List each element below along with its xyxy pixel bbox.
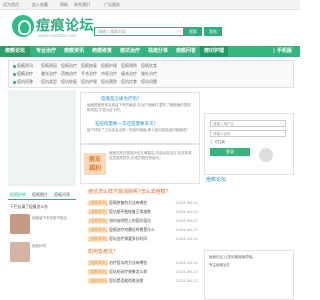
- topbar-link-contact[interactable]: 联系我们: [74, 2, 90, 8]
- list-item[interactable]: [痘痕资讯] 痘坑的治疗效果怎么样 2024-06-22: [88, 269, 198, 277]
- info-text: 痘痕论坛,让您远离痘痕烦恼。: [209, 255, 256, 259]
- subnav-link[interactable]: 痘痕预防: [121, 63, 137, 69]
- nav-item-qa[interactable]: 痘痕问答: [172, 46, 200, 57]
- welfare-box: 痘友 福利 痘痕的形成是因为毛孔堵塞后,引起炎症反应,在皮肤真皮层造成损伤,形成…: [80, 144, 200, 184]
- news-section-title[interactable]: 如何去痘坑?: [88, 248, 116, 255]
- subnav-link[interactable]: 痘痕修复: [81, 63, 97, 69]
- subnav-link[interactable]: 手术治疗: [81, 71, 97, 77]
- right-section-title[interactable]: 痘痕论坛: [206, 176, 226, 183]
- mobile-version-link[interactable]: ▯ 手机版: [272, 46, 292, 57]
- tab-pictures[interactable]: 痘痕图片: [32, 190, 48, 199]
- side-list-item[interactable]: 下巴长满了痘痕怎么办: [10, 204, 48, 210]
- featured-post-text: 痘子祛除了之后还会出现一些痘印痘痕,那么如何祛除痘印痘痕呢?: [87, 128, 188, 132]
- bottom-right-box: 痘痕论坛,让您远离痘痕烦恼。 专注痘痕治疗: [204, 250, 294, 300]
- nav-item-pit[interactable]: 痘坑治疗: [116, 46, 144, 57]
- list-item[interactable]: [痘痕资讯] 痘痕修复的方法有哪些 2024-06-22: [88, 200, 198, 208]
- username-field[interactable]: 请输入用户名: [210, 120, 286, 127]
- side-list-item[interactable]: 痘痕留下来还能不能治: [32, 216, 74, 221]
- subnav-link[interactable]: 激光治疗: [41, 71, 57, 77]
- avatar: [259, 148, 273, 162]
- login-button[interactable]: 登录: [210, 148, 250, 156]
- bullet-icon: [13, 80, 16, 84]
- subnav-category[interactable]: 痘痕资讯: [13, 63, 33, 69]
- skin-thumbnail[interactable]: [10, 214, 30, 234]
- side-tabs: 痘痕好转 痘痕图片 痘痕问答: [8, 190, 76, 200]
- logo-icon: [12, 15, 34, 37]
- subnav-link[interactable]: 痘坑修复: [61, 79, 77, 85]
- subnav-link[interactable]: 微针治疗: [141, 71, 157, 77]
- sub-nav: 痘痕资讯 痘痕原因 痘痕治疗 痘痕修复 痘痕护理 痘痕预防 痘痕饮食 痘痕治疗 …: [8, 60, 294, 88]
- list-item[interactable]: [痘痕资讯] 痘坑能不能恢复正常皮肤 2024-06-22: [88, 209, 198, 217]
- subnav-link[interactable]: 痘痕护理: [101, 63, 117, 69]
- subnav-link[interactable]: 痘坑问题: [141, 79, 157, 85]
- subnav-category[interactable]: 痘痕治疗: [13, 71, 33, 77]
- featured-post-title[interactable]: 痘痕是怎样治疗的?: [101, 96, 139, 102]
- password-field[interactable]: 请输入密码: [210, 130, 286, 137]
- side-list-item[interactable]: 痘痕好转: [32, 244, 46, 249]
- list-item[interactable]: [痘痕资讯] 痘痕治疗的最佳时期是什么 2024-06-22: [88, 227, 198, 235]
- list-item[interactable]: [痘痕资讯] 痘坑治疗需要多长时间 2024-06-22: [88, 236, 198, 244]
- list-item[interactable]: [痘痕资讯] 痘坑是否能彻底治愈 2024-06-22: [88, 278, 198, 286]
- login-panel: 请输入用户名 请输入密码 □ 记住我 登录: [204, 113, 294, 175]
- nav-item-repair[interactable]: 疤痕修复: [88, 46, 116, 57]
- featured-posts: 痘痕是怎样治疗的? 痘痕是痤疮愈后遗留下来的痕迹,在治疗痘痕时,要先了解痘痕的类…: [80, 92, 200, 144]
- nav-item-treatment[interactable]: 专业治疗: [32, 46, 60, 57]
- news-list: 痘坑怎么样才能消除呢?怎么去痘痕? [痘痕资讯] 痘痕修复的方法有哪些 2024-0…: [88, 188, 200, 298]
- logo-url: www.scardbbs.com: [38, 33, 77, 38]
- tab-qa[interactable]: 痘痕问答: [54, 190, 70, 199]
- nav-item-share[interactable]: 祛痘分享: [144, 46, 172, 57]
- welfare-badge[interactable]: 痘友 福利: [84, 153, 106, 175]
- top-bar: 设为首页 加入收藏 帮助 联系我们 广告服务: [0, 0, 300, 10]
- nav-item-news[interactable]: 痘痕资讯: [60, 46, 88, 57]
- remember-checkbox[interactable]: □ 记住我: [210, 140, 225, 145]
- search-input[interactable]: 请输入搜索内容: [94, 27, 184, 36]
- mobile-icon: ▯: [272, 48, 276, 54]
- featured-post-text: 痘痕是痤疮愈后遗留下来的痕迹,在治疗痘痕时,要先了解痘痕的类型和成因,才能对症下…: [87, 103, 191, 112]
- subnav-link[interactable]: 中医治疗: [101, 71, 117, 77]
- topbar-link-ads[interactable]: 广告服务: [104, 2, 120, 8]
- bullet-icon: [13, 72, 16, 76]
- list-item[interactable]: [痘痕资讯] 治疗痘坑的方法有哪些 2024-06-22: [88, 260, 198, 268]
- info-text: 专注痘痕治疗: [209, 263, 230, 267]
- subnav-link[interactable]: 痘坑预防: [101, 79, 117, 85]
- subnav-link[interactable]: 痘坑饮食: [121, 79, 137, 85]
- search-button[interactable]: 搜索: [184, 27, 202, 36]
- subnav-link[interactable]: 痘坑护理: [81, 79, 97, 85]
- tab-progress[interactable]: 痘痕好转: [10, 190, 26, 199]
- mobile-label: 手机版: [276, 48, 292, 54]
- left-banner: [8, 90, 76, 186]
- topbar-link-favorite[interactable]: 加入收藏: [32, 2, 48, 8]
- list-item[interactable]: [痘痕资讯] 如何去除脸上的痘印痘坑 2024-06-22: [88, 218, 198, 226]
- nav-item-care[interactable]: 痘印护理: [200, 46, 228, 57]
- topbar-link-help[interactable]: 帮助: [60, 2, 68, 8]
- subnav-link[interactable]: 填充治疗: [121, 71, 137, 77]
- subnav-category[interactable]: 痘坑问答: [13, 79, 33, 85]
- main-nav: 痘痕论坛 专业治疗 痘痕资讯 疤痕修复 痘坑治疗 祛痘分享 痘痕问答 痘印护理 …: [0, 46, 300, 57]
- subnav-link[interactable]: 药物治疗: [61, 71, 77, 77]
- side-list: 下巴长满了痘痕怎么办 痘痕留下来还能不能治 痘痕好转: [8, 202, 76, 298]
- bullet-icon: [13, 64, 16, 68]
- topbar-link-home[interactable]: 设为首页: [3, 2, 19, 8]
- skin-thumbnail[interactable]: [10, 242, 30, 262]
- subnav-link[interactable]: 痘痕治疗: [61, 63, 77, 69]
- logo-title: 痘痕论坛: [36, 18, 94, 34]
- subnav-link[interactable]: 痘痕原因: [41, 63, 57, 69]
- nav-item-home[interactable]: 痘痕论坛: [0, 46, 30, 57]
- featured-post-title[interactable]: 祛痘痘需要一次还是需要多次?: [95, 121, 156, 127]
- post-button[interactable]: 发帖: [204, 27, 222, 36]
- subnav-link[interactable]: 痘痕饮食: [141, 63, 157, 69]
- subnav-link[interactable]: 痘坑类型: [41, 79, 57, 85]
- news-section-title[interactable]: 痘坑怎么样才能消除呢?怎么去痘痕?: [88, 188, 168, 195]
- welfare-text: 痘痕的形成是因为毛孔堵塞后,引起炎症反应,在皮肤真皮层造成损伤,形成凹陷性的痘坑…: [109, 151, 192, 160]
